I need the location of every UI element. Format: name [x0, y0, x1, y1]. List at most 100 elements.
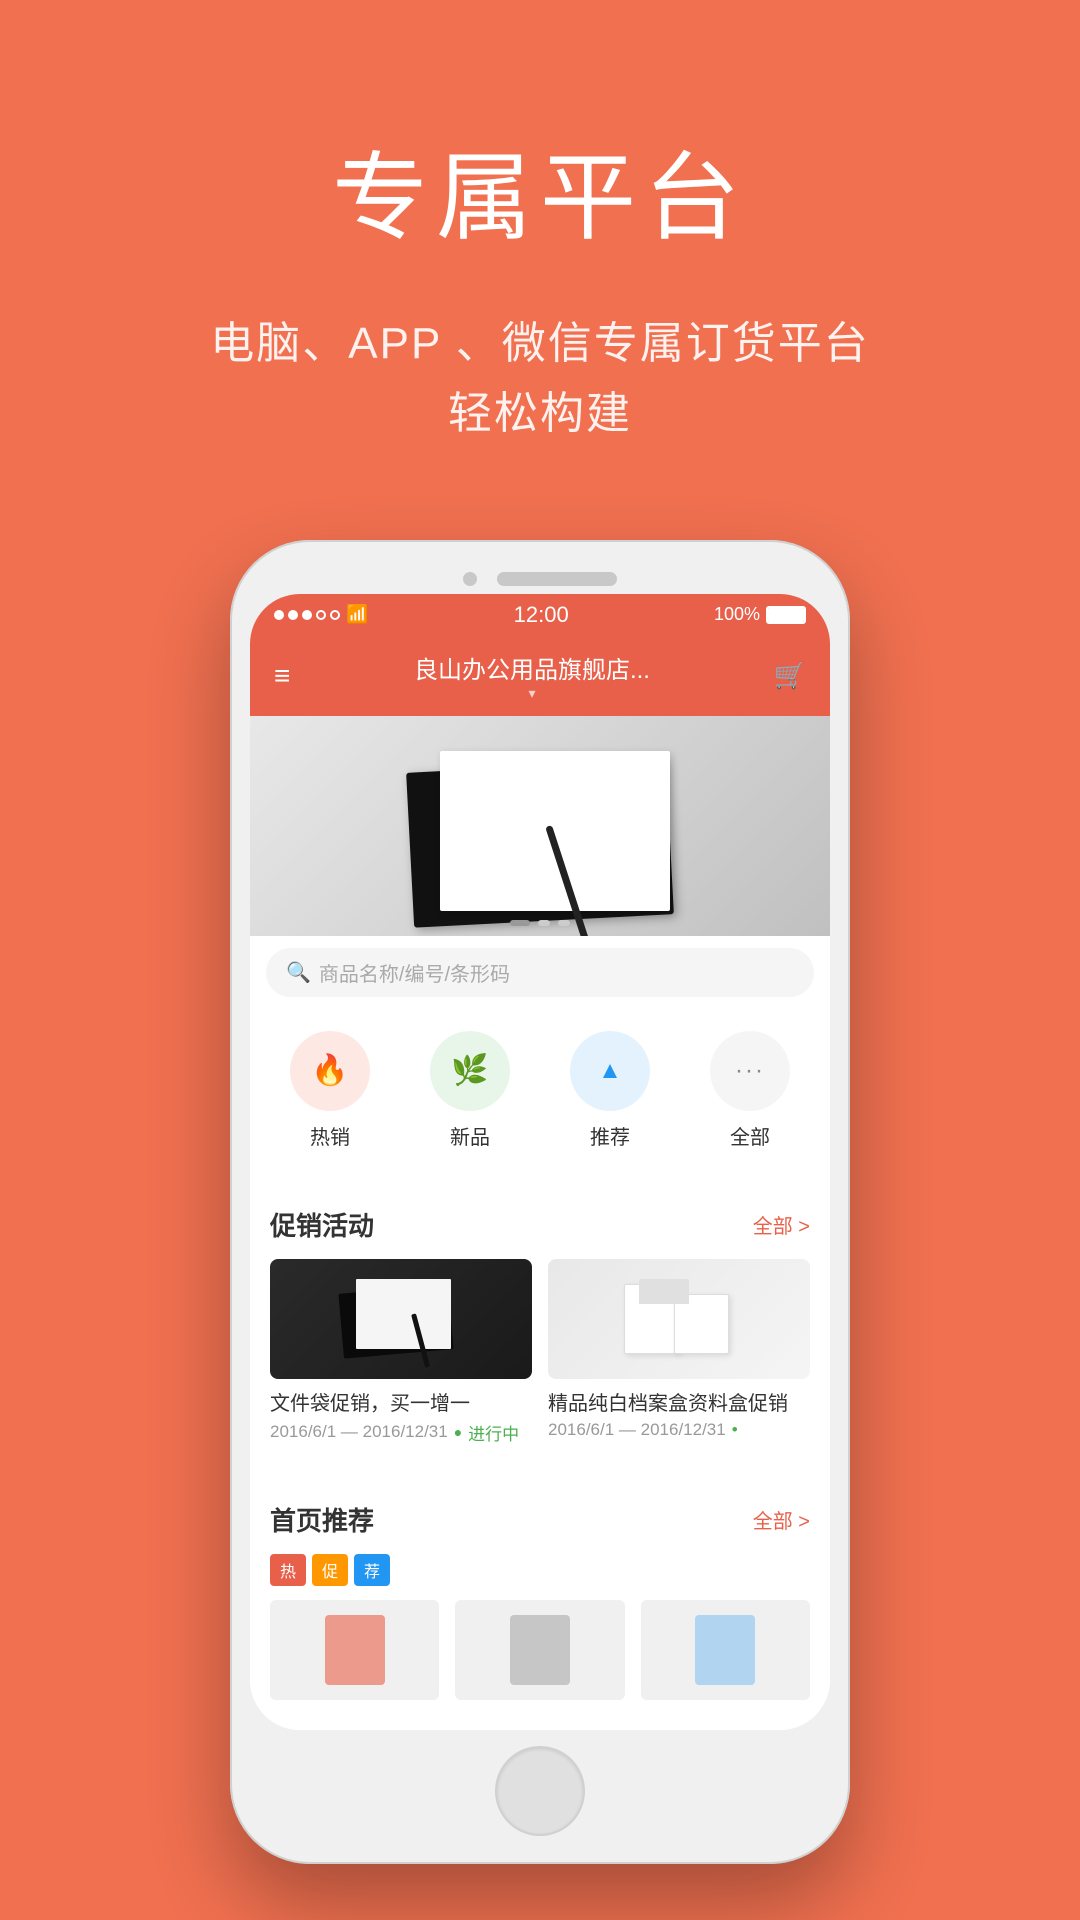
category-hot-label: 热销 [310, 1121, 350, 1150]
product-thumb-2 [510, 1615, 570, 1685]
product-light-2 [619, 1279, 739, 1359]
featured-product-3[interactable] [641, 1600, 810, 1700]
search-bar-container: 🔍 商品名称/编号/条形码 [250, 936, 830, 1009]
promo-date-row-1: 2016/6/1 — 2016/12/31 ● 进行中 [270, 1420, 532, 1445]
promo-card-2[interactable]: 精品纯白档案盒资料盒促销 2016/6/1 — 2016/12/31 • [548, 1259, 810, 1445]
category-all-circle: ··· [710, 1031, 790, 1111]
phone-camera [463, 572, 477, 586]
phone-speaker [497, 572, 617, 586]
banner-dots [510, 920, 570, 926]
banner-dot-3[interactable] [558, 920, 570, 926]
header-section: 专属平台 电脑、APP 、微信专属订货平台 轻松构建 [0, 0, 1080, 510]
status-bar: 📶 12:00 100% [250, 594, 830, 636]
phone-wrapper: 📶 12:00 100% ≡ 良山办公用品旗舰店... ▾ [0, 540, 1080, 1864]
category-hot-circle: 🔥 [290, 1031, 370, 1111]
category-rec-label: 推荐 [590, 1121, 630, 1150]
promo-card-1[interactable]: 文件袋促销，买一增一 2016/6/1 — 2016/12/31 ● 进行中 [270, 1259, 532, 1445]
promo-title-2: 精品纯白档案盒资料盒促销 [548, 1387, 810, 1416]
battery-percent: 100% [714, 604, 760, 625]
promo-image-2 [548, 1259, 810, 1379]
status-dot-1: ● [454, 1424, 462, 1440]
status-time: 12:00 [514, 602, 569, 628]
category-hot[interactable]: 🔥 热销 [290, 1031, 370, 1150]
category-new-circle: 🌿 [430, 1031, 510, 1111]
featured-product-1[interactable] [270, 1600, 439, 1700]
sub-title: 电脑、APP 、微信专属订货平台 轻松构建 [0, 309, 1080, 450]
status-text-1: 进行中 [468, 1420, 519, 1445]
featured-product-2[interactable] [455, 1600, 624, 1700]
dropdown-arrow: ▾ [414, 685, 650, 702]
tag-promo: 促 [312, 1554, 348, 1586]
app-header: ≡ 良山办公用品旗舰店... ▾ 🛒 [250, 636, 830, 716]
search-placeholder: 商品名称/编号/条形码 [319, 958, 510, 987]
page: 专属平台 电脑、APP 、微信专属订货平台 轻松构建 [0, 0, 1080, 1920]
battery-bar [766, 606, 806, 624]
all-icon: ··· [735, 1057, 765, 1085]
notebook-paper [440, 751, 670, 911]
product-thumb-3 [695, 1615, 755, 1685]
dot1 [274, 610, 284, 620]
featured-header: 首页推荐 全部 > [270, 1501, 810, 1538]
home-button[interactable] [495, 1746, 585, 1836]
new-icon: 🌿 [451, 1053, 488, 1088]
promo-title-1: 文件袋促销，买一增一 [270, 1387, 532, 1416]
promotions-header: 促销活动 全部 > [270, 1206, 810, 1243]
phone-outer: 📶 12:00 100% ≡ 良山办公用品旗舰店... ▾ [230, 540, 850, 1864]
dot4 [316, 610, 326, 620]
promo-grid: 文件袋促销，买一增一 2016/6/1 — 2016/12/31 ● 进行中 [270, 1259, 810, 1465]
category-rec-circle: ▲ [570, 1031, 650, 1111]
phone-screen: 📶 12:00 100% ≡ 良山办公用品旗舰店... ▾ [250, 594, 830, 1730]
dot2 [288, 610, 298, 620]
status-right: 100% [714, 604, 806, 625]
banner-dot-1[interactable] [510, 920, 530, 926]
category-new-label: 新品 [450, 1121, 490, 1150]
search-input-box[interactable]: 🔍 商品名称/编号/条形码 [266, 948, 814, 997]
promotions-more[interactable]: 全部 > [753, 1210, 810, 1239]
status-indicator-2: • [732, 1420, 738, 1440]
battery-fill [768, 608, 804, 622]
dot5 [330, 610, 340, 620]
banner-bg [250, 716, 830, 936]
category-row: 🔥 热销 🌿 新品 ▲ 推荐 [250, 1011, 830, 1170]
category-new[interactable]: 🌿 新品 [430, 1031, 510, 1150]
promotions-section: 促销活动 全部 > [250, 1186, 830, 1465]
box-lid [639, 1279, 689, 1304]
category-rec[interactable]: ▲ 推荐 [570, 1031, 650, 1150]
tag-new: 荐 [354, 1554, 390, 1586]
product-dark-1 [341, 1279, 461, 1359]
banner-dot-2[interactable] [538, 920, 550, 926]
hot-icon: 🔥 [311, 1053, 348, 1088]
featured-more[interactable]: 全部 > [753, 1505, 810, 1534]
product-dark-page [356, 1279, 451, 1349]
tag-row: 热 促 荐 [270, 1554, 810, 1586]
sub-line2: 轻松构建 [448, 389, 632, 438]
dot3 [302, 610, 312, 620]
store-name-dropdown[interactable]: 良山办公用品旗舰店... ▾ [414, 650, 650, 702]
promo-image-1 [270, 1259, 532, 1379]
tag-hot: 热 [270, 1554, 306, 1586]
status-left: 📶 [274, 604, 368, 625]
phone-bottom [250, 1730, 830, 1844]
category-all[interactable]: ··· 全部 [710, 1031, 790, 1150]
category-all-label: 全部 [730, 1121, 770, 1150]
sub-line1: 电脑、APP 、微信专属订货平台 [210, 319, 869, 368]
promo-date-1: 2016/6/1 — 2016/12/31 [270, 1422, 448, 1442]
promo-date-2: 2016/6/1 — 2016/12/31 [548, 1420, 726, 1440]
featured-section: 首页推荐 全部 > 热 促 荐 [250, 1481, 830, 1730]
product-thumb-1 [325, 1615, 385, 1685]
product-illustration [390, 736, 690, 916]
wifi-icon: 📶 [346, 604, 368, 625]
signal-dots [274, 610, 340, 620]
phone-top [250, 560, 830, 594]
promo-img-light-2 [548, 1259, 810, 1379]
search-icon: 🔍 [286, 960, 311, 985]
featured-title: 首页推荐 [270, 1501, 374, 1538]
banner[interactable] [250, 716, 830, 936]
main-title: 专属平台 [0, 120, 1080, 259]
menu-icon[interactable]: ≡ [274, 660, 290, 692]
cart-icon[interactable]: 🛒 [774, 660, 806, 691]
promotions-title: 促销活动 [270, 1206, 374, 1243]
store-name: 良山办公用品旗舰店... [414, 650, 650, 685]
promo-date-row-2: 2016/6/1 — 2016/12/31 • [548, 1420, 810, 1440]
featured-products [270, 1600, 810, 1710]
